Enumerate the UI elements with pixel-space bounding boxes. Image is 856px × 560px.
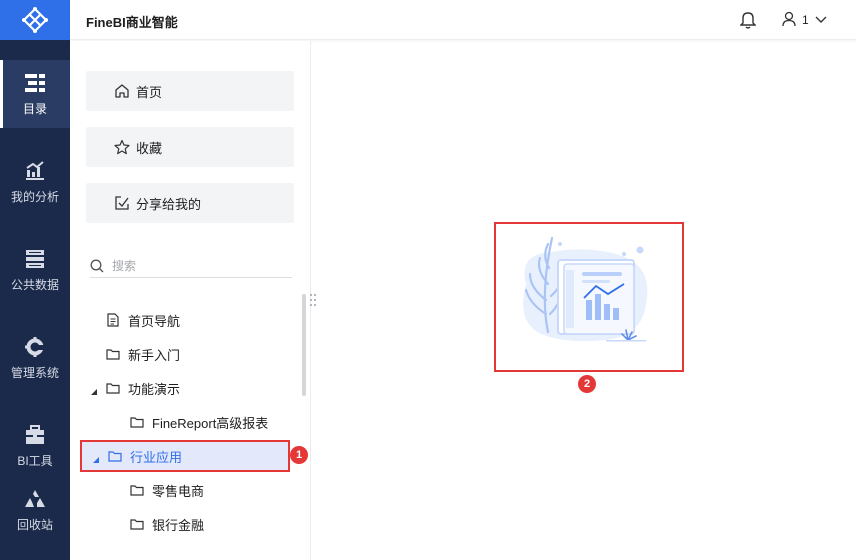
folder-icon [130, 483, 144, 497]
chevron-down-icon [815, 13, 827, 27]
directory-panel: 首页 收藏 分享给我的 首页导航 新手入门 [70, 41, 311, 560]
document-icon [106, 313, 120, 327]
nav-item-public-data[interactable]: 公共数据 [0, 236, 70, 304]
home-icon [114, 83, 130, 99]
user-icon [782, 11, 796, 30]
database-icon [24, 248, 46, 270]
tree-item-label: 零售电商 [152, 483, 205, 499]
tree-item-label: 行业应用 [130, 449, 183, 465]
nav-item-label: 目录 [22, 101, 47, 116]
annotation-badge-2: 2 [578, 375, 596, 393]
panel-resize-handle[interactable] [309, 292, 317, 308]
nav-item-label: 我的分析 [10, 189, 59, 204]
folder-icon [106, 347, 120, 361]
catalog-icon [24, 72, 46, 94]
logo-icon [22, 7, 48, 33]
search-box[interactable] [90, 254, 292, 278]
expand-arrow-icon[interactable] [90, 384, 98, 395]
recycle-bin-icon [24, 488, 46, 510]
panel-scrollbar[interactable] [302, 294, 306, 396]
nav-item-label: 回收站 [16, 517, 53, 532]
tree-item-industry-apps[interactable]: 行业应用 [80, 440, 290, 472]
search-icon [90, 259, 104, 273]
star-icon [114, 139, 130, 155]
search-input[interactable] [112, 258, 282, 273]
tree-item-label: 新手入门 [128, 347, 181, 363]
bell-icon[interactable] [739, 11, 757, 29]
quick-link-label: 首页 [136, 84, 163, 100]
left-navigation: 目录 我的分析 公共数据 管理系统 BI工具 回收站 [0, 0, 70, 560]
quick-link-label: 分享给我的 [136, 196, 202, 212]
share-icon [114, 195, 130, 211]
annotation-badge-1: 1 [290, 446, 308, 464]
user-menu[interactable]: 1 [782, 10, 827, 30]
empty-state-illustration [523, 236, 648, 342]
app-title: FineBI商业智能 [86, 15, 178, 30]
folder-icon [108, 449, 122, 463]
quick-link-favorites[interactable]: 收藏 [86, 127, 294, 167]
user-name: 1 [802, 13, 809, 27]
empty-state-illustration-frame [494, 222, 684, 372]
quick-link-label: 收藏 [136, 140, 163, 156]
tree-item-home-nav[interactable]: 首页导航 [106, 306, 180, 334]
tree-item-retail-ecommerce[interactable]: 零售电商 [130, 476, 204, 504]
tree-item-getting-started[interactable]: 新手入门 [106, 340, 180, 368]
nav-item-label: 公共数据 [10, 277, 59, 292]
gear-icon [24, 336, 46, 358]
tree-item-banking-finance[interactable]: 银行金融 [130, 510, 204, 538]
quick-link-shared-with-me[interactable]: 分享给我的 [86, 183, 294, 223]
tree-item-label: 银行金融 [152, 517, 205, 533]
tree-item-label: FineReport高级报表 [152, 415, 269, 431]
tree-item-label: 功能演示 [128, 381, 181, 397]
nav-item-label: 管理系统 [10, 365, 59, 380]
tree-item-feature-demo[interactable]: 功能演示 [90, 374, 180, 402]
tree-item-finereport-reports[interactable]: FineReport高级报表 [130, 408, 268, 436]
nav-item-bi-tools[interactable]: BI工具 [0, 412, 70, 480]
nav-item-admin-system[interactable]: 管理系统 [0, 324, 70, 392]
nav-item-label: BI工具 [17, 453, 53, 468]
app-logo[interactable] [0, 0, 70, 40]
nav-item-catalog[interactable]: 目录 [0, 60, 70, 128]
analysis-chart-icon [24, 160, 46, 182]
folder-icon [130, 415, 144, 429]
tree-item-label: 首页导航 [128, 313, 181, 329]
nav-item-recycle-bin[interactable]: 回收站 [0, 476, 70, 544]
folder-icon [130, 517, 144, 531]
folder-icon [106, 381, 120, 395]
quick-link-home[interactable]: 首页 [86, 71, 294, 111]
nav-item-my-analysis[interactable]: 我的分析 [0, 148, 70, 216]
top-header: FineBI商业智能 1 [70, 0, 856, 40]
expand-arrow-icon[interactable] [92, 452, 100, 463]
toolbox-icon [24, 424, 46, 446]
